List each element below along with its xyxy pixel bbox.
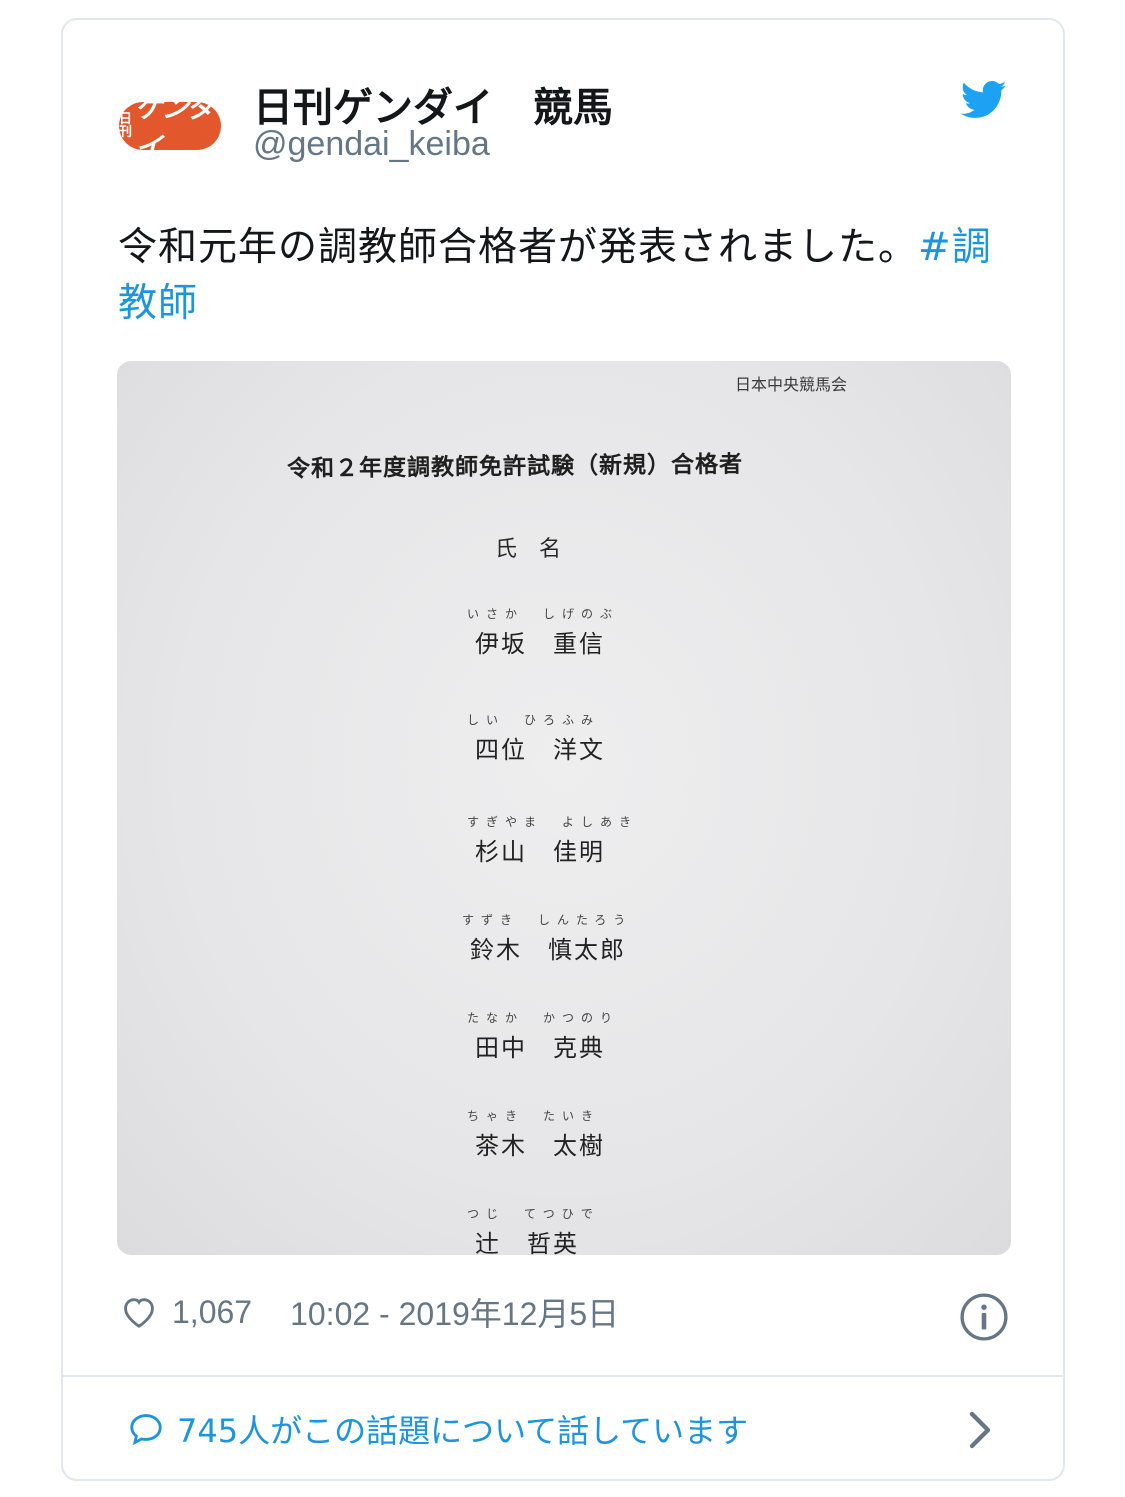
twitter-bird-icon[interactable] xyxy=(961,80,1007,120)
avatar[interactable]: 日 刊 ゲンダイ xyxy=(119,91,221,164)
avatar-logo-text: ゲンダイ xyxy=(135,91,215,164)
tweet-card: 日 刊 ゲンダイ 日刊ゲンダイ 競馬 @gendai_keiba 令和元年の調教… xyxy=(61,18,1065,1481)
entry-name: 鈴木 慎太郎 xyxy=(470,936,626,964)
org-top-line xyxy=(737,361,877,365)
list-item: たなか かつのり 田中 克典 xyxy=(457,1009,677,1063)
entry-furigana: ちゃき たいき xyxy=(467,1109,601,1123)
entry-name: 辻 哲英 xyxy=(475,1230,579,1255)
entry-name: 茶木 太樹 xyxy=(475,1132,605,1160)
entry-furigana: つじ てつひで xyxy=(467,1207,600,1221)
speech-bubble-icon xyxy=(130,1414,162,1446)
tweet-photo[interactable]: 日本中央競馬会 令和２年度調教師免許試験（新規）合格者 氏 名 いさか しげのぶ… xyxy=(117,361,1011,1255)
chevron-right-icon[interactable] xyxy=(965,1410,995,1450)
entry-name: 伊坂 重信 xyxy=(475,630,605,658)
entry-furigana: すぎやま よしあき xyxy=(467,815,639,829)
entry-name: 杉山 佳明 xyxy=(475,838,605,866)
list-item: つじ てつひで 辻 哲英 xyxy=(457,1205,677,1255)
entry-furigana: すずき しんたろう xyxy=(462,913,633,927)
entry-furigana: たなか かつのり xyxy=(467,1011,620,1025)
avatar-mini-text: 日 刊 xyxy=(119,113,132,139)
document-image: 日本中央競馬会 令和２年度調教師免許試験（新規）合格者 氏 名 いさか しげのぶ… xyxy=(117,361,1011,1255)
heart-icon[interactable] xyxy=(120,1293,158,1331)
list-item: すぎやま よしあき 杉山 佳明 xyxy=(457,813,677,867)
conversation-link[interactable]: 745人がこの話題について話しています xyxy=(127,1406,748,1452)
info-icon[interactable] xyxy=(959,1292,1009,1342)
like-count[interactable]: 1,067 xyxy=(172,1294,252,1331)
document-organization: 日本中央競馬会 xyxy=(735,375,848,394)
tweet-text: 令和元年の調教師合格者が発表されました。#調教師 xyxy=(118,220,998,332)
document-column-header: 氏 名 xyxy=(495,537,562,562)
tweet-timestamp[interactable]: 10:02 - 2019年12月5日 xyxy=(290,1289,619,1335)
account-handle[interactable]: @gendai_keiba xyxy=(253,125,490,164)
entry-name: 田中 克典 xyxy=(475,1034,605,1062)
entry-furigana: いさか しげのぶ xyxy=(467,607,620,621)
footer-divider xyxy=(63,1375,1063,1377)
list-item: すずき しんたろう 鈴木 慎太郎 xyxy=(452,911,672,965)
list-item: ちゃき たいき 茶木 太樹 xyxy=(457,1107,677,1161)
tweet-stats: 1,067 10:02 - 2019年12月5日 xyxy=(120,1290,619,1334)
document-title: 令和２年度調教師免許試験（新規）合格者 xyxy=(286,450,744,483)
conversation-text: 745人がこの話題について話しています xyxy=(177,1412,749,1450)
list-item: しい ひろふみ 四位 洋文 xyxy=(457,711,677,765)
entry-name: 四位 洋文 xyxy=(475,736,605,764)
tweet-body: 令和元年の調教師合格者が発表されました。 xyxy=(118,225,919,270)
list-item: いさか しげのぶ 伊坂 重信 xyxy=(457,605,677,659)
avatar-mini-char-2: 刊 xyxy=(119,125,133,140)
entry-furigana: しい ひろふみ xyxy=(467,713,601,727)
